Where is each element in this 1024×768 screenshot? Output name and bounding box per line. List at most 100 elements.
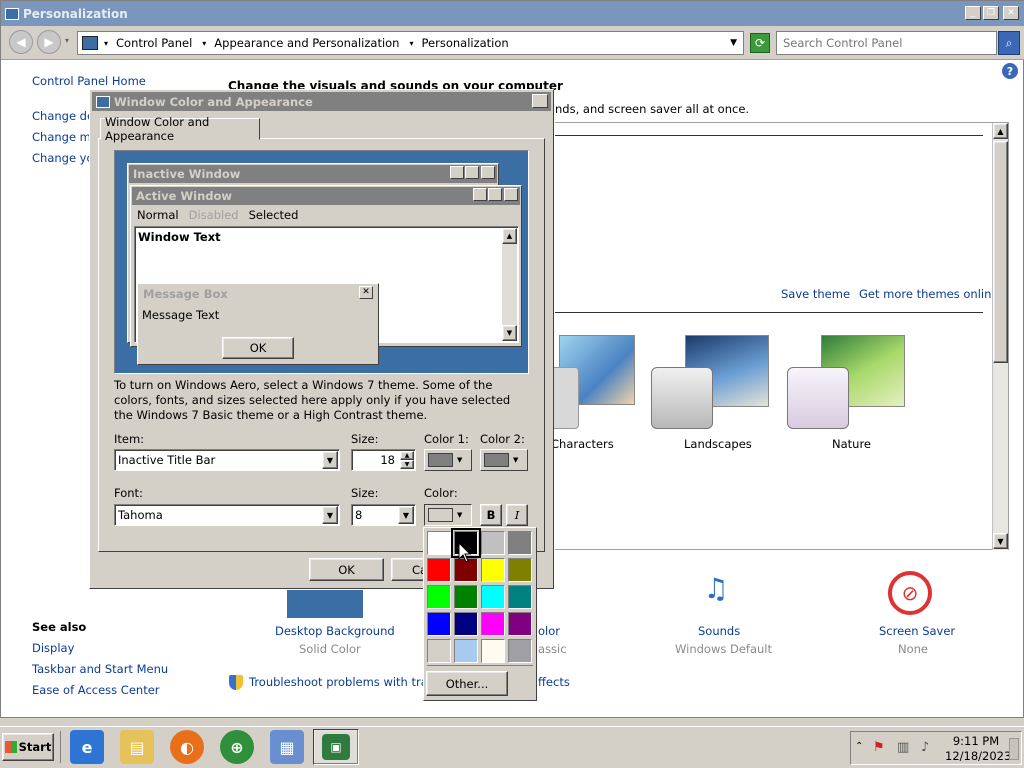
- stepper-down-icon[interactable]: ▼: [400, 460, 414, 469]
- sounds-icon[interactable]: ♫: [693, 572, 739, 616]
- color1-label: Color 1:: [424, 432, 469, 446]
- show-desktop-button[interactable]: [1009, 738, 1019, 760]
- palette-swatch[interactable]: [508, 531, 532, 555]
- palette-swatch[interactable]: [481, 612, 505, 636]
- palette-swatch[interactable]: [427, 558, 451, 582]
- clock-time[interactable]: 9:11 PM: [947, 734, 1005, 748]
- more-themes-link[interactable]: Get more themes online: [859, 287, 998, 301]
- minimize-button[interactable]: _: [965, 6, 981, 20]
- theme-label: Characters: [551, 437, 614, 451]
- chevron-down-icon[interactable]: ▼: [322, 506, 338, 524]
- taskbar-personalization[interactable]: ▣: [313, 729, 359, 765]
- palette-swatch[interactable]: [508, 639, 532, 663]
- history-dropdown-icon[interactable]: ▾: [65, 36, 69, 45]
- palette-swatch[interactable]: [508, 558, 532, 582]
- palette-swatch[interactable]: [481, 585, 505, 609]
- ease-of-access-link[interactable]: Ease of Access Center: [32, 683, 160, 697]
- breadcrumb-item[interactable]: Personalization: [422, 36, 509, 50]
- close-icon: ✕: [359, 286, 373, 299]
- back-button[interactable]: ◀: [9, 30, 33, 54]
- menu-disabled: Disabled: [188, 208, 239, 222]
- palette-swatch[interactable]: [481, 531, 505, 555]
- chevron-down-icon[interactable]: ▼: [398, 506, 414, 524]
- forward-button[interactable]: ▶: [37, 30, 61, 54]
- dialog-title-bar[interactable]: Window Color and Appearance ✕: [92, 92, 551, 111]
- stepper-up-icon[interactable]: ▲: [400, 451, 414, 460]
- start-button[interactable]: Start: [2, 733, 54, 761]
- sounds-link[interactable]: Sounds: [698, 624, 740, 638]
- ok-button[interactable]: OK: [309, 558, 384, 581]
- taskbar-link[interactable]: Taskbar and Start Menu: [32, 662, 168, 676]
- bold-button[interactable]: B: [480, 504, 502, 526]
- save-theme-link[interactable]: Save theme: [781, 287, 850, 301]
- file-explorer-icon[interactable]: ▤: [120, 730, 154, 764]
- control-panel-home-link[interactable]: Control Panel Home: [32, 74, 146, 88]
- clock-date[interactable]: 12/18/2023: [945, 749, 1011, 763]
- font-size-select[interactable]: 8 ▼: [351, 504, 416, 526]
- palette-swatch[interactable]: [454, 585, 478, 609]
- palette-swatch[interactable]: [481, 639, 505, 663]
- size-stepper[interactable]: 18 ▲ ▼: [351, 449, 416, 471]
- search-input[interactable]: [776, 31, 997, 55]
- refresh-icon[interactable]: ⟳: [750, 33, 770, 53]
- screen-saver-link[interactable]: Screen Saver: [879, 624, 955, 638]
- theme-nature[interactable]: Nature: [787, 335, 911, 451]
- font-select[interactable]: Tahoma ▼: [114, 504, 340, 526]
- sounds-value: Windows Default: [675, 642, 773, 656]
- tab-window-color[interactable]: Window Color and Appearance: [100, 115, 260, 143]
- close-button[interactable]: ✕: [1003, 6, 1019, 20]
- chevron-up-icon[interactable]: ⌃: [855, 741, 863, 752]
- scroll-thumb[interactable]: [993, 141, 1008, 363]
- scroll-down-icon[interactable]: ▼: [993, 533, 1008, 549]
- breadcrumb-item[interactable]: Appearance and Personalization: [214, 36, 399, 50]
- display-link[interactable]: Display: [32, 641, 74, 655]
- color2-button[interactable]: ▼: [480, 449, 528, 471]
- chevron-down-icon[interactable]: ▾: [409, 39, 413, 48]
- chevron-down-icon[interactable]: ▼: [322, 451, 338, 469]
- theme-landscapes[interactable]: Landscapes: [651, 335, 775, 451]
- theme-characters[interactable]: Characters: [549, 335, 635, 451]
- other-color-button[interactable]: Other...: [426, 671, 508, 696]
- color1-button[interactable]: ▼: [424, 449, 472, 471]
- window-color-value: assic: [538, 642, 567, 656]
- chevron-down-icon[interactable]: ▾: [202, 39, 206, 48]
- palette-swatch[interactable]: [454, 612, 478, 636]
- cursor-icon: [458, 542, 472, 563]
- chevron-down-icon[interactable]: ▾: [104, 39, 108, 48]
- troubleshoot-link-tail[interactable]: ffects: [538, 675, 570, 689]
- internet-explorer-icon[interactable]: e: [70, 730, 104, 764]
- dialog-close-button[interactable]: ✕: [532, 94, 548, 108]
- action-center-icon[interactable]: ⚑: [873, 740, 885, 755]
- italic-button[interactable]: I: [506, 504, 528, 526]
- network-icon[interactable]: ▥: [897, 740, 909, 755]
- breadcrumb-item[interactable]: Control Panel: [116, 36, 192, 50]
- theme-scrollbar[interactable]: ▲ ▼: [992, 123, 1008, 550]
- palette-swatch[interactable]: [427, 531, 451, 555]
- palette-swatch[interactable]: [481, 558, 505, 582]
- palette-swatch[interactable]: [454, 639, 478, 663]
- desktop-background-link[interactable]: Desktop Background: [275, 624, 395, 638]
- window-color-link[interactable]: olor: [538, 624, 560, 638]
- scroll-up-icon[interactable]: ▲: [993, 123, 1008, 139]
- breadcrumb[interactable]: ▾ Control Panel ▾ Appearance and Persona…: [77, 31, 744, 55]
- restore-button[interactable]: ❐: [983, 6, 999, 20]
- palette-swatch[interactable]: [508, 612, 532, 636]
- screen-saver-icon[interactable]: ⊘: [888, 571, 932, 615]
- title-bar[interactable]: Personalization _ ❐ ✕: [1, 1, 1024, 26]
- address-dropdown-icon[interactable]: ▼: [730, 38, 737, 48]
- font-color-button[interactable]: ▼: [424, 504, 472, 526]
- palette-swatch[interactable]: [427, 585, 451, 609]
- palette-swatch[interactable]: [427, 612, 451, 636]
- menu-selected: Selected: [248, 208, 299, 222]
- control-panel-icon[interactable]: ▦: [270, 730, 304, 764]
- search-icon[interactable]: ⌕: [998, 31, 1020, 55]
- firefox-icon[interactable]: ◐: [170, 730, 204, 764]
- item-select[interactable]: Inactive Title Bar ▼: [114, 449, 340, 471]
- color1-swatch: [428, 453, 453, 467]
- volume-icon[interactable]: ♪: [921, 740, 929, 755]
- palette-swatch[interactable]: [508, 585, 532, 609]
- help-icon[interactable]: ?: [1002, 63, 1018, 79]
- desktop-background-swatch[interactable]: [287, 590, 363, 618]
- palette-swatch[interactable]: [427, 639, 451, 663]
- network-globe-icon[interactable]: ⊕: [220, 730, 254, 764]
